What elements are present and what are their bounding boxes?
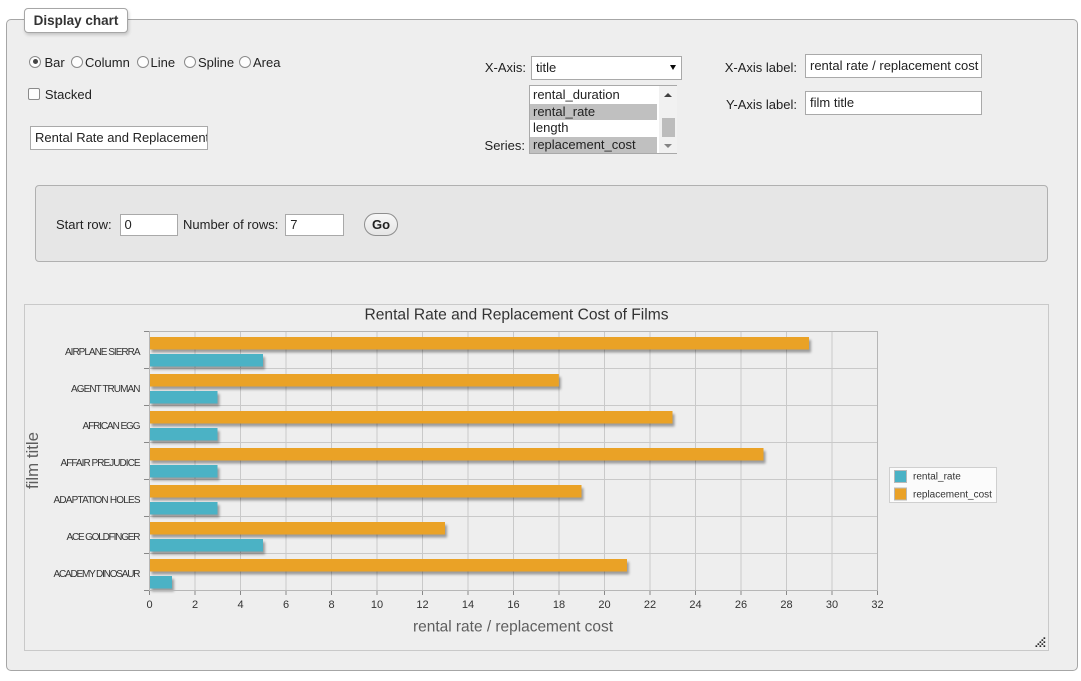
svg-text:film title: film title <box>25 432 42 489</box>
svg-text:AFRICAN EGG: AFRICAN EGG <box>83 421 141 432</box>
svg-text:AIRPLANE SIERRA: AIRPLANE SIERRA <box>65 347 141 358</box>
svg-text:10: 10 <box>371 599 383 611</box>
svg-text:AFFAIR PREJUDICE: AFFAIR PREJUDICE <box>61 458 141 469</box>
svg-text:32: 32 <box>871 599 883 611</box>
svg-text:16: 16 <box>507 599 519 611</box>
svg-text:20: 20 <box>598 599 610 611</box>
svg-text:ACE GOLDFINGER: ACE GOLDFINGER <box>67 532 141 543</box>
svg-text:8: 8 <box>328 599 334 611</box>
svg-text:28: 28 <box>780 599 792 611</box>
svg-text:replacement_cost: replacement_cost <box>913 490 992 501</box>
svg-text:Rental Rate and Replacement Co: Rental Rate and Replacement Cost of Film… <box>365 307 669 324</box>
svg-text:4: 4 <box>237 599 243 611</box>
svg-text:18: 18 <box>553 599 565 611</box>
svg-text:12: 12 <box>416 599 428 611</box>
svg-text:24: 24 <box>689 599 701 611</box>
svg-text:rental rate / replacement cost: rental rate / replacement cost <box>413 619 614 636</box>
svg-text:ADAPTATION HOLES: ADAPTATION HOLES <box>54 495 141 506</box>
svg-text:0: 0 <box>146 599 152 611</box>
svg-text:30: 30 <box>826 599 838 611</box>
svg-text:AGENT TRUMAN: AGENT TRUMAN <box>71 384 141 395</box>
svg-text:2: 2 <box>192 599 198 611</box>
svg-text:14: 14 <box>462 599 474 611</box>
svg-text:22: 22 <box>644 599 656 611</box>
svg-text:26: 26 <box>735 599 747 611</box>
svg-text:6: 6 <box>283 599 289 611</box>
svg-text:ACADEMY DINOSAUR: ACADEMY DINOSAUR <box>54 569 141 580</box>
svg-text:rental_rate: rental_rate <box>913 472 961 483</box>
